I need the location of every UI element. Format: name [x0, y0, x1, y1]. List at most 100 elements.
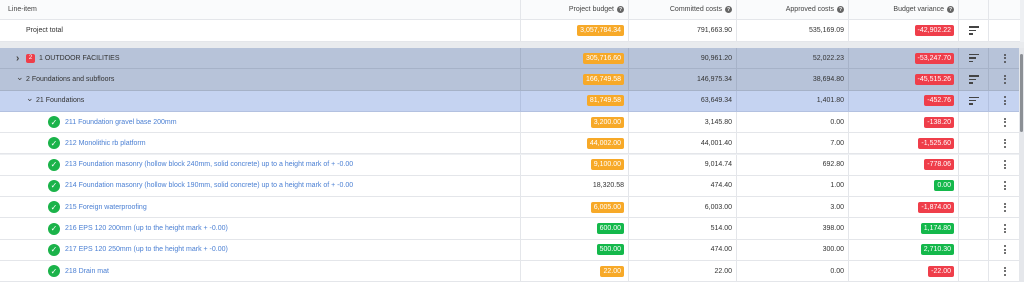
approved-value: 38,694.80 [812, 75, 844, 83]
budget-cell: 18,320.58 [520, 175, 628, 197]
approved-value: 52,022.23 [812, 54, 844, 62]
menu-cell [988, 218, 1020, 239]
line-item-row[interactable]: ✓ 211 Foundation gravel base 200mm 3,200.0… [0, 111, 1020, 134]
kebab-menu-icon[interactable] [1003, 202, 1006, 212]
line-item-row[interactable]: ✓ 216 EPS 120 200mm (up to the height mar… [0, 218, 1020, 240]
name-cell: ✓ 217 EPS 120 250mm (up to the height mar… [0, 240, 520, 260]
kebab-menu-icon[interactable] [1003, 245, 1006, 255]
header-budget-variance[interactable]: Budget variance? [848, 0, 958, 19]
help-icon[interactable]: ? [725, 6, 732, 13]
approved-cell: 52,022.23 [736, 48, 848, 69]
line-item-row[interactable]: ✓ 213 Foundation masonry (hollow block 24… [0, 154, 1020, 176]
chevron-right-icon[interactable]: › [16, 53, 26, 64]
budget-cell: 305,716.60 [520, 48, 628, 69]
approved-cell: 7.00 [736, 133, 848, 154]
sort-lines-icon[interactable] [968, 75, 979, 84]
kebab-menu-icon[interactable] [1003, 117, 1006, 127]
variance-badge: -45,515.26 [914, 73, 954, 85]
line-item-link[interactable]: 214 Foundation masonry (hollow block 190… [65, 182, 353, 189]
line-item-row[interactable]: ✓ 218 Drain mat 22.00 22.00 0.00 -22.00 [0, 261, 1020, 282]
variance-cell: -22.00 [848, 261, 958, 282]
budget-cell: 22.00 [520, 261, 628, 282]
line-item-link[interactable]: 218 Drain mat [65, 268, 109, 275]
kebab-menu-icon[interactable] [1003, 96, 1006, 106]
kebab-menu-icon[interactable] [1003, 266, 1006, 276]
sort-cell [958, 20, 988, 41]
sort-cell [958, 239, 988, 260]
header-menu-column [988, 0, 1020, 19]
line-item-link[interactable]: 212 Monolithic rb platform [65, 140, 146, 147]
kebab-menu-icon[interactable] [1003, 53, 1006, 63]
menu-cell [988, 175, 1020, 197]
approved-cell: 3.00 [736, 197, 848, 218]
variance-cell: -778.06 [848, 154, 958, 175]
scrollbar-thumb[interactable] [1020, 54, 1023, 132]
budget-cell: 166,749.58 [520, 69, 628, 90]
header-project-budget[interactable]: Project budget? [520, 0, 628, 19]
check-circle-icon: ✓ [48, 137, 60, 150]
chevron-down-icon[interactable]: ⌄ [16, 72, 26, 83]
variance-badge: 0.00 [934, 180, 954, 192]
budget-badge: 3,200.00 [590, 116, 624, 128]
sort-cell [958, 90, 988, 111]
chevron-down-icon[interactable]: ⌄ [26, 93, 36, 104]
kebab-menu-icon[interactable] [1003, 224, 1006, 234]
total-variance-badge: -42,902.22 [914, 25, 954, 36]
committed-cell: 63,649.34 [628, 90, 736, 111]
variance-badge: -22.00 [928, 265, 954, 277]
header-approved-costs[interactable]: Approved costs? [736, 0, 848, 19]
committed-value: 63,649.34 [700, 97, 732, 105]
variance-badge: 1,174.80 [920, 223, 954, 235]
committed-cell: 22.00 [628, 261, 736, 282]
committed-cell: 146,975.34 [628, 69, 736, 90]
kebab-menu-icon[interactable] [1003, 160, 1006, 170]
budget-cell: 81,749.58 [520, 90, 628, 111]
sort-cell [958, 48, 988, 69]
menu-cell [988, 261, 1020, 282]
header-line-item[interactable]: Line-item [0, 0, 520, 19]
line-item-link[interactable]: 216 EPS 120 200mm (up to the height mark… [65, 225, 228, 232]
sort-lines-icon[interactable] [968, 96, 979, 105]
sort-cell [958, 261, 988, 282]
variance-cell: -53,247.70 [848, 48, 958, 69]
line-item-link[interactable]: 215 Foreign waterproofing [65, 204, 147, 211]
variance-badge: 2,710.30 [920, 244, 954, 256]
variance-badge: -778.06 [924, 159, 954, 171]
line-item-link[interactable]: 213 Foundation masonry (hollow block 240… [65, 161, 353, 168]
sort-lines-icon[interactable] [968, 54, 979, 63]
line-item-link[interactable]: 211 Foundation gravel base 200mm [65, 119, 177, 126]
budget-cell: 3,200.00 [520, 111, 628, 133]
variance-cell: -45,515.26 [848, 69, 958, 90]
committed-cell: 9,014.74 [628, 154, 736, 175]
line-item-row[interactable]: ✓ 214 Foundation masonry (hollow block 19… [0, 175, 1020, 198]
line-item-row[interactable]: ✓ 217 EPS 120 250mm (up to the height mar… [0, 239, 1020, 261]
variance-cell: -1,874.00 [848, 197, 958, 218]
kebab-menu-icon[interactable] [1003, 181, 1006, 191]
name-cell: ⌄ 2 Foundations and subfloors [0, 69, 520, 89]
group-row[interactable]: › 2 1 OUTDOOR FACILITIES 305,716.60 90,961.2… [0, 48, 1020, 70]
committed-cell: 514.00 [628, 218, 736, 239]
sort-lines-icon[interactable] [968, 26, 979, 35]
approved-value: 398.00 [822, 225, 844, 233]
committed-cell: 44,001.40 [628, 133, 736, 154]
kebab-menu-icon[interactable] [1003, 138, 1006, 148]
committed-cell: 474.00 [628, 239, 736, 260]
subgroup-row[interactable]: ⌄ 21 Foundations 81,749.58 63,649.34 1,401.8… [0, 90, 1020, 112]
committed-value: 90,961.20 [700, 54, 732, 62]
help-icon[interactable]: ? [947, 6, 954, 13]
line-item-row[interactable]: ✓ 212 Monolithic rb platform 44,002.00 44,0… [0, 133, 1020, 155]
check-circle-icon: ✓ [48, 158, 60, 171]
line-item-row[interactable]: ✓ 215 Foreign waterproofing 6,005.00 6,003.… [0, 197, 1020, 219]
kebab-menu-icon[interactable] [1003, 74, 1006, 84]
budget-badge: 305,716.60 [582, 52, 624, 64]
vertical-scrollbar[interactable] [1019, 48, 1024, 282]
committed-value: 9,014.74 [704, 161, 732, 169]
header-committed-costs[interactable]: Committed costs? [628, 0, 736, 19]
help-icon[interactable]: ? [617, 6, 624, 13]
help-icon[interactable]: ? [837, 6, 844, 13]
approved-cell: 692.80 [736, 154, 848, 175]
group-row[interactable]: ⌄ 2 Foundations and subfloors 166,749.58 14… [0, 69, 1020, 91]
line-item-link[interactable]: 217 EPS 120 250mm (up to the height mark… [65, 246, 228, 253]
group-label: 1 OUTDOOR FACILITIES [39, 54, 120, 62]
committed-value: 474.40 [710, 182, 732, 190]
